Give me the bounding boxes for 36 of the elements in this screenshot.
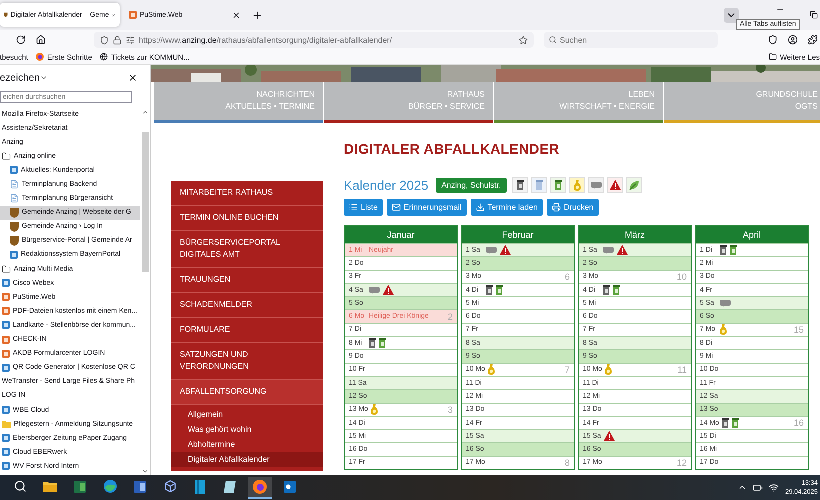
submenu-item[interactable]: Was gehört wohin [171, 422, 323, 437]
menu-item[interactable]: TERMIN ONLINE BUCHEN [171, 206, 323, 231]
location-tag[interactable]: Anzing, Schulstr. [436, 178, 508, 192]
sidebar-title[interactable]: ezeichen [0, 72, 40, 84]
menu-item[interactable]: TRAUUNGEN [171, 268, 323, 293]
action-button[interactable]: Termine laden [470, 199, 543, 216]
week-number: 11 [678, 364, 687, 375]
action-button[interactable]: Liste [344, 199, 383, 216]
month-header: Februar [462, 226, 574, 243]
month-header: Januar [345, 226, 457, 243]
address-field[interactable]: https://www.anzing.de/rathaus/abfallentsorgung/digitaler-abfallkalender/ [94, 32, 534, 48]
page-heading: DIGITALER ABFALLKALENDER [344, 141, 561, 157]
submenu-item[interactable]: Abholtermine [171, 437, 323, 452]
week-number: 10 [676, 272, 687, 282]
month-header: März [579, 226, 691, 243]
menu-item[interactable]: BÜRGERSERVICEPORTAL DIGITALES AMT [171, 231, 323, 268]
menu-item[interactable]: MITARBEITER RATHAUS [171, 181, 323, 206]
week-number: 16 [794, 418, 804, 428]
week-number: 8 [564, 458, 570, 468]
menu-item[interactable]: FORMULARE [171, 318, 323, 343]
action-button[interactable]: Erinnerungsmail [386, 199, 467, 216]
menu-item[interactable]: ABFALLENTSORGUNG [171, 380, 323, 405]
submenu-item[interactable]: Allgemein [171, 407, 323, 422]
month-header: April [696, 226, 808, 243]
week-number: 2 [448, 312, 453, 322]
action-button[interactable]: Drucken [546, 199, 599, 216]
week-number: 7 [564, 364, 570, 375]
week-number: 15 [794, 324, 804, 335]
menu-item[interactable]: SATZUNGEN UND VERORDNUNGEN [171, 343, 323, 380]
submenu-item[interactable]: Digitaler Abfallkalender [171, 452, 323, 467]
menu-item[interactable]: SCHADENMELDER [171, 293, 323, 318]
week-number: 3 [448, 404, 453, 415]
week-number: 12 [676, 458, 687, 468]
week-number: 6 [564, 272, 570, 282]
search-field[interactable]: Suchen [544, 32, 718, 48]
calendar-title: Kalender 2025 [344, 178, 429, 192]
